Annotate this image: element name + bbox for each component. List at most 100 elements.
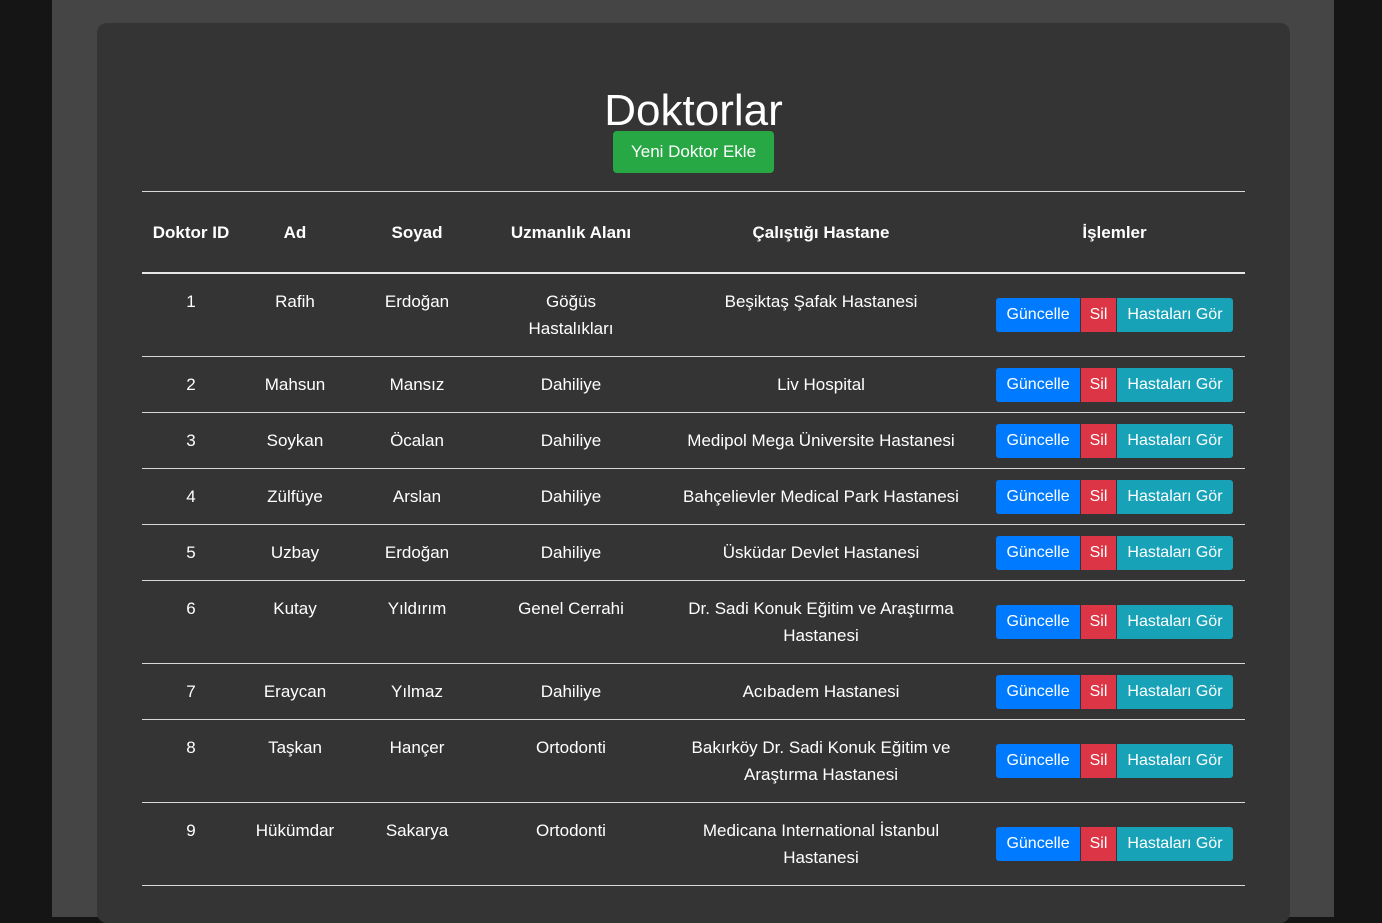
view-patients-button[interactable]: Hastaları Gör: [1117, 298, 1233, 332]
update-button[interactable]: Güncelle: [996, 535, 1080, 570]
cell-doctor-id: 3: [142, 412, 240, 469]
cell-specialty: Ortodonti: [484, 802, 658, 886]
update-button[interactable]: Güncelle: [996, 423, 1080, 458]
cell-actions: Güncelle Sil Hastaları Gör: [984, 663, 1245, 720]
cell-actions: Güncelle Sil Hastaları Gör: [984, 468, 1245, 525]
cell-doctor-id: 8: [142, 719, 240, 803]
action-button-group: Güncelle Sil Hastaları Gör: [996, 605, 1233, 639]
cell-doctor-id: 7: [142, 663, 240, 720]
view-patients-button[interactable]: Hastaları Gör: [1117, 367, 1233, 402]
action-button-group: Güncelle Sil Hastaları Gör: [996, 827, 1233, 861]
view-patients-button[interactable]: Hastaları Gör: [1117, 479, 1233, 514]
cell-specialty: Dahiliye: [484, 524, 658, 581]
cell-hospital: Bakırköy Dr. Sadi Konuk Eğitim ve Araştı…: [658, 719, 984, 803]
table-row: 3 Soykan Öcalan Dahiliye Medipol Mega Üniver…: [142, 412, 1245, 469]
delete-button[interactable]: Sil: [1080, 423, 1117, 458]
cell-doctor-id: 9: [142, 802, 240, 886]
doctors-table: Doktor ID Ad Soyad Uzmanlık Alanı Çalışt…: [142, 191, 1245, 886]
cell-specialty: Dahiliye: [484, 356, 658, 413]
cell-first-name: Kutay: [240, 580, 350, 664]
table-row: 2 Mahsun Mansız Dahiliye Liv Hospital Güncell…: [142, 356, 1245, 413]
cell-last-name: Erdoğan: [350, 273, 484, 357]
cell-last-name: Hançer: [350, 719, 484, 803]
delete-button[interactable]: Sil: [1080, 744, 1117, 778]
table-row: 1 Rafih Erdoğan Göğüs Hastalıkları Beşiktaş …: [142, 273, 1245, 357]
delete-button[interactable]: Sil: [1080, 674, 1117, 709]
update-button[interactable]: Güncelle: [996, 827, 1080, 861]
view-patients-button[interactable]: Hastaları Gör: [1117, 605, 1233, 639]
cell-first-name: Soykan: [240, 412, 350, 469]
cell-doctor-id: 1: [142, 273, 240, 357]
delete-button[interactable]: Sil: [1080, 605, 1117, 639]
view-patients-button[interactable]: Hastaları Gör: [1117, 674, 1233, 709]
cell-hospital: Medicana International İstanbul Hastanes…: [658, 802, 984, 886]
cell-specialty: Dahiliye: [484, 663, 658, 720]
update-button[interactable]: Güncelle: [996, 367, 1080, 402]
header-hospital[interactable]: Çalıştığı Hastane: [658, 191, 984, 274]
delete-button[interactable]: Sil: [1080, 367, 1117, 402]
cell-actions: Güncelle Sil Hastaları Gör: [984, 412, 1245, 469]
header-doctor-id[interactable]: Doktor ID: [142, 191, 240, 274]
update-button[interactable]: Güncelle: [996, 605, 1080, 639]
table-row: 8 Taşkan Hançer Ortodonti Bakırköy Dr. Sadi …: [142, 719, 1245, 803]
cell-hospital: Bahçelievler Medical Park Hastanesi: [658, 468, 984, 525]
view-patients-button[interactable]: Hastaları Gör: [1117, 827, 1233, 861]
cell-actions: Güncelle Sil Hastaları Gör: [984, 802, 1245, 886]
delete-button[interactable]: Sil: [1080, 479, 1117, 514]
cell-specialty: Göğüs Hastalıkları: [484, 273, 658, 357]
view-patients-button[interactable]: Hastaları Gör: [1117, 535, 1233, 570]
header-specialty[interactable]: Uzmanlık Alanı: [484, 191, 658, 274]
cell-last-name: Erdoğan: [350, 524, 484, 581]
table-header-row: Doktor ID Ad Soyad Uzmanlık Alanı Çalışt…: [142, 191, 1245, 274]
action-button-group: Güncelle Sil Hastaları Gör: [996, 479, 1233, 514]
table-row: 6 Kutay Yıldırım Genel Cerrahi Dr. Sadi Konu…: [142, 580, 1245, 664]
update-button[interactable]: Güncelle: [996, 744, 1080, 778]
add-doctor-button[interactable]: Yeni Doktor Ekle: [613, 131, 774, 173]
cell-actions: Güncelle Sil Hastaları Gör: [984, 524, 1245, 581]
cell-specialty: Genel Cerrahi: [484, 580, 658, 664]
cell-hospital: Liv Hospital: [658, 356, 984, 413]
update-button[interactable]: Güncelle: [996, 674, 1080, 709]
cell-first-name: Mahsun: [240, 356, 350, 413]
cell-last-name: Yılmaz: [350, 663, 484, 720]
action-button-group: Güncelle Sil Hastaları Gör: [996, 423, 1233, 458]
cell-hospital: Medipol Mega Üniversite Hastanesi: [658, 412, 984, 469]
cell-hospital: Beşiktaş Şafak Hastanesi: [658, 273, 984, 357]
action-button-group: Güncelle Sil Hastaları Gör: [996, 744, 1233, 778]
delete-button[interactable]: Sil: [1080, 827, 1117, 861]
cell-last-name: Yıldırım: [350, 580, 484, 664]
view-patients-button[interactable]: Hastaları Gör: [1117, 423, 1233, 458]
cell-first-name: Uzbay: [240, 524, 350, 581]
action-button-group: Güncelle Sil Hastaları Gör: [996, 674, 1233, 709]
update-button[interactable]: Güncelle: [996, 298, 1080, 332]
delete-button[interactable]: Sil: [1080, 298, 1117, 332]
cell-last-name: Öcalan: [350, 412, 484, 469]
header-last-name[interactable]: Soyad: [350, 191, 484, 274]
action-button-group: Güncelle Sil Hastaları Gör: [996, 535, 1233, 570]
table-row: 7 Eraycan Yılmaz Dahiliye Acıbadem Hastanesi…: [142, 663, 1245, 720]
cell-first-name: Hükümdar: [240, 802, 350, 886]
cell-first-name: Taşkan: [240, 719, 350, 803]
cell-doctor-id: 6: [142, 580, 240, 664]
delete-button[interactable]: Sil: [1080, 535, 1117, 570]
cell-hospital: Acıbadem Hastanesi: [658, 663, 984, 720]
cell-actions: Güncelle Sil Hastaları Gör: [984, 356, 1245, 413]
table-row: 4 Zülfüye Arslan Dahiliye Bahçelievler Medic…: [142, 468, 1245, 525]
cell-specialty: Ortodonti: [484, 719, 658, 803]
cell-specialty: Dahiliye: [484, 412, 658, 469]
action-button-group: Güncelle Sil Hastaları Gör: [996, 298, 1233, 332]
cell-first-name: Zülfüye: [240, 468, 350, 525]
view-patients-button[interactable]: Hastaları Gör: [1117, 744, 1233, 778]
cell-hospital: Üsküdar Devlet Hastanesi: [658, 524, 984, 581]
update-button[interactable]: Güncelle: [996, 479, 1080, 514]
header-first-name[interactable]: Ad: [240, 191, 350, 274]
cell-first-name: Eraycan: [240, 663, 350, 720]
cell-last-name: Sakarya: [350, 802, 484, 886]
cell-actions: Güncelle Sil Hastaları Gör: [984, 719, 1245, 803]
content-card: Doktorlar Yeni Doktor Ekle Doktor ID Ad …: [97, 23, 1290, 923]
action-button-group: Güncelle Sil Hastaları Gör: [996, 367, 1233, 402]
cell-doctor-id: 5: [142, 524, 240, 581]
table-row: 5 Uzbay Erdoğan Dahiliye Üsküdar Devlet Hast…: [142, 524, 1245, 581]
cell-last-name: Arslan: [350, 468, 484, 525]
cell-first-name: Rafih: [240, 273, 350, 357]
